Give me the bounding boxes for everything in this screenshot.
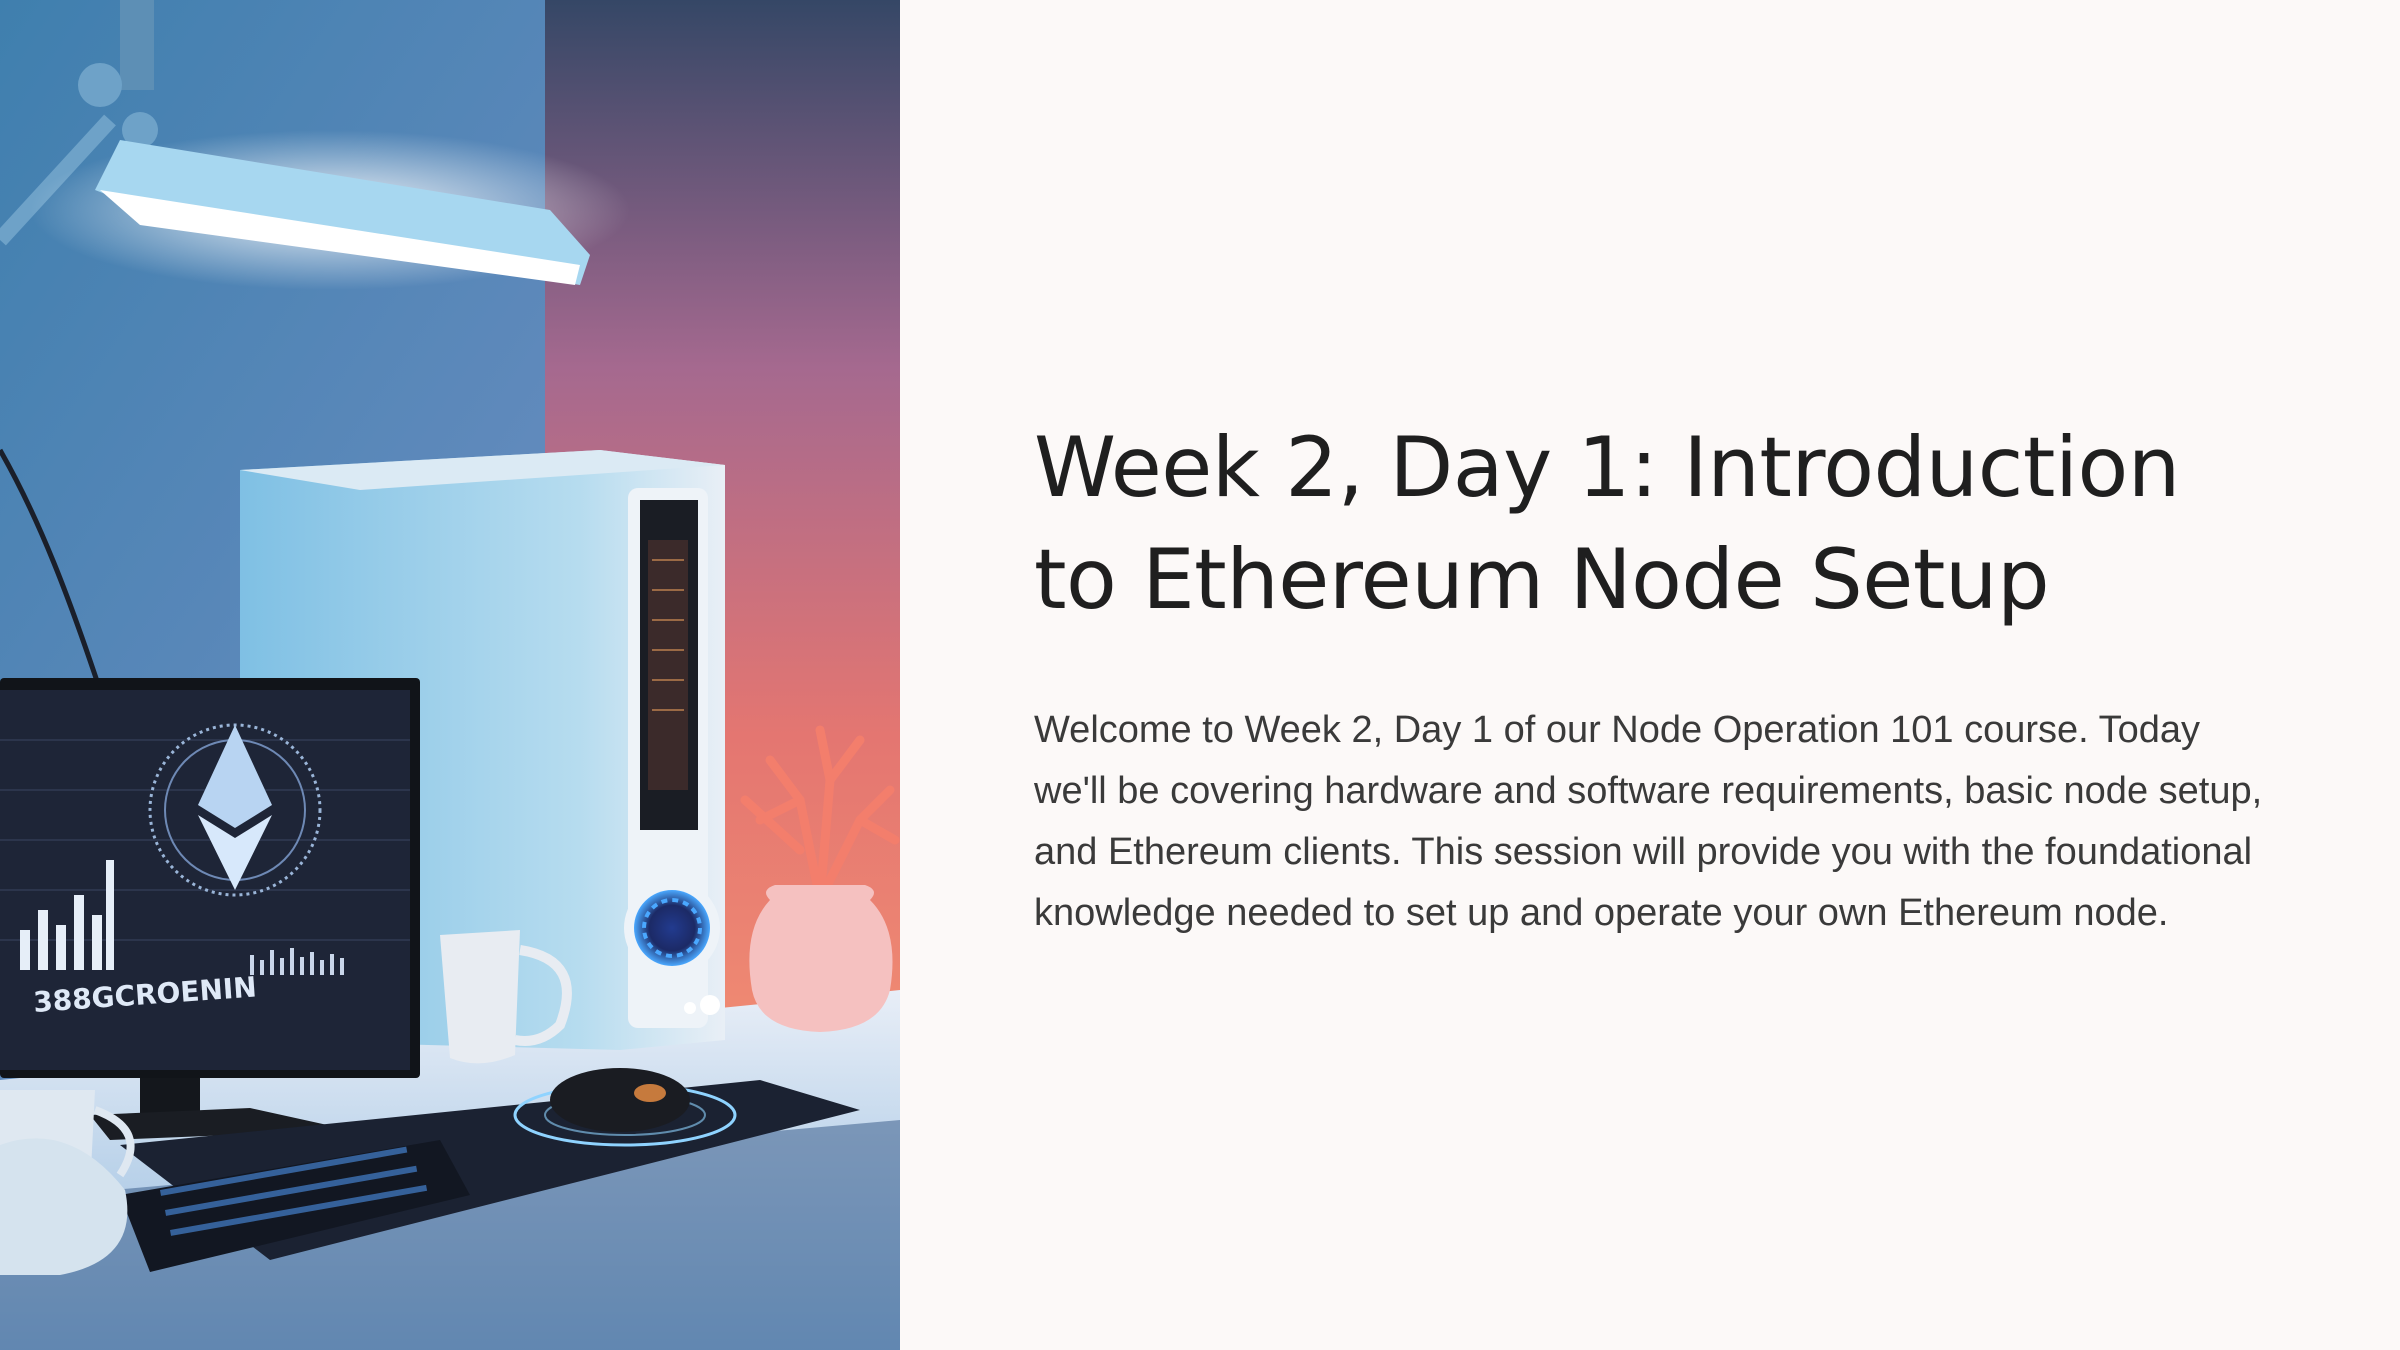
workstation-illustration: 388GCROENIN [0, 0, 900, 1350]
workstation-photo: 388GCROENIN [0, 0, 900, 1350]
slide-content: Week 2, Day 1: Introduction to Ethereum … [1034, 412, 2274, 944]
slide: 388GCROENIN Week 2, Day 1: Introduction … [0, 0, 2400, 1350]
slide-body: Welcome to Week 2, Day 1 of our Node Ope… [1034, 709, 2263, 934]
slide-title: Week 2, Day 1: Introduction to Ethereum … [1034, 419, 2180, 628]
